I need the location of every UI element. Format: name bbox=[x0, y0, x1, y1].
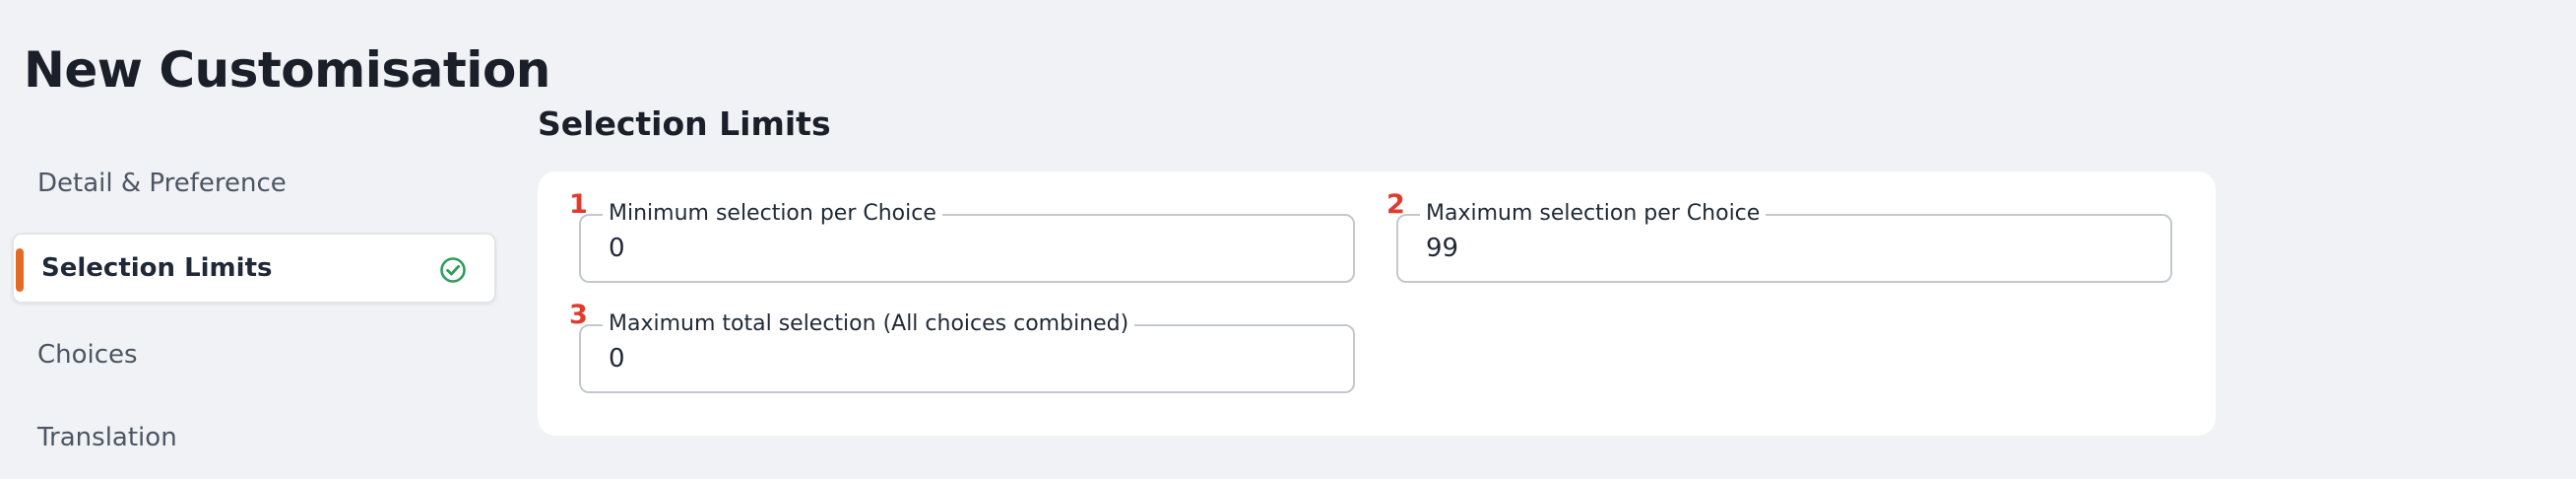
sidebar-item-choices[interactable]: Choices bbox=[12, 319, 496, 390]
field-label: Maximum total selection (All choices com… bbox=[603, 309, 1135, 339]
sidebar-item-translation[interactable]: Translation bbox=[12, 402, 496, 473]
check-circle-icon bbox=[440, 257, 466, 283]
sidebar-item-label: Selection Limits bbox=[41, 253, 273, 283]
sidebar-item-label: Detail & Preference bbox=[37, 169, 287, 198]
field-value: 99 bbox=[1426, 234, 1459, 263]
sidebar-item-label: Translation bbox=[37, 423, 177, 452]
page-title: New Customisation bbox=[24, 41, 550, 99]
field-value: 0 bbox=[609, 344, 625, 374]
field-value: 0 bbox=[609, 234, 625, 263]
min-selection-per-choice-field[interactable]: Minimum selection per Choice 0 bbox=[579, 199, 1355, 283]
section-title: Selection Limits bbox=[538, 104, 831, 143]
customisation-page: New Customisation Detail & Preference Se… bbox=[0, 0, 2576, 479]
sidebar-item-label: Choices bbox=[37, 340, 138, 370]
active-indicator bbox=[16, 248, 24, 292]
sidebar-item-selection-limits[interactable]: Selection Limits bbox=[12, 233, 496, 304]
field-label: Minimum selection per Choice bbox=[603, 199, 942, 229]
max-total-selection-field[interactable]: Maximum total selection (All choices com… bbox=[579, 309, 1355, 393]
field-label: Maximum selection per Choice bbox=[1420, 199, 1767, 229]
max-selection-per-choice-field[interactable]: Maximum selection per Choice 99 bbox=[1396, 199, 2172, 283]
sidebar-item-detail-preference[interactable]: Detail & Preference bbox=[12, 148, 496, 219]
selection-limits-card: 1 Minimum selection per Choice 0 2 Maxim… bbox=[538, 171, 2216, 436]
